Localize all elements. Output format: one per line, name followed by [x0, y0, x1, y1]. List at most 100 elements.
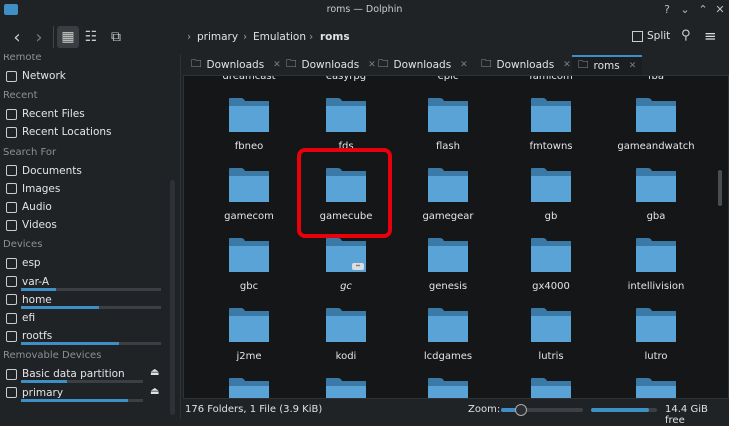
divider	[53, 26, 54, 48]
maximize-button[interactable]: ⌃	[696, 3, 710, 16]
folder-item[interactable]	[199, 378, 299, 398]
folder-item[interactable]: genesis	[398, 238, 498, 292]
zoom-label: Zoom:	[468, 404, 501, 415]
folder-item[interactable]: gb	[501, 168, 601, 222]
folder-item[interactable]	[606, 378, 706, 398]
folder-name: dreamcast	[222, 75, 276, 82]
folder-item[interactable]: famicom	[501, 76, 601, 82]
folder-icon: ⇔	[326, 238, 366, 272]
sidebar-item-recent-locations[interactable]: Recent Locations	[6, 124, 112, 140]
back-button[interactable]: ‹	[6, 26, 28, 48]
breadcrumb-roms[interactable]: roms	[320, 31, 350, 43]
sidebar-item-videos[interactable]: Videos	[6, 217, 57, 233]
tab-downloads[interactable]: 🗀 Downloads ✕	[475, 55, 577, 75]
folder-icon	[229, 308, 269, 342]
file-view[interactable]: dreamcast easyrpg epic famicom fba fbneo fds fl…	[183, 75, 729, 399]
folder-item[interactable]: intellivision	[606, 238, 706, 292]
recent-locations-icon	[6, 126, 17, 138]
split-button[interactable]: Split	[632, 30, 670, 42]
sidebar-item-label: Documents	[22, 164, 82, 177]
audio-icon	[6, 201, 17, 213]
folder-item[interactable]: lcdgames	[398, 308, 498, 362]
close-button[interactable]: ✕	[713, 3, 727, 16]
folder-item[interactable]: ⇔ gc	[296, 238, 396, 292]
folder-icon	[229, 168, 269, 202]
folder-item[interactable]	[501, 378, 601, 398]
folder-item[interactable]: lutris	[501, 308, 601, 362]
capacity-bar	[21, 287, 161, 291]
sidebar-item-images[interactable]: Images	[6, 181, 60, 197]
folder-name: gamegear	[422, 211, 474, 222]
folder-item[interactable]: gba	[606, 168, 706, 222]
tab-downloads[interactable]: 🗀 Downloads ✕	[280, 55, 382, 75]
folder-item[interactable]: gameandwatch	[606, 98, 706, 152]
folder-item[interactable]: fbneo	[199, 98, 299, 152]
folder-icon	[326, 378, 366, 398]
folder-item[interactable]: gamegear	[398, 168, 498, 222]
folder-icon: 🗀	[578, 59, 589, 71]
close-tab-icon[interactable]: ✕	[629, 61, 637, 71]
folder-icon	[636, 168, 676, 202]
folder-item[interactable]: epic	[398, 76, 498, 82]
folder-item[interactable]: fmtowns	[501, 98, 601, 152]
forward-button[interactable]: ›	[28, 26, 50, 48]
sidebar-item-documents[interactable]: Documents	[6, 163, 82, 179]
breadcrumb-primary[interactable]: primary	[197, 31, 238, 43]
capacity-bar	[21, 380, 143, 384]
hamburger-menu-icon[interactable]: ≡	[704, 27, 717, 45]
zoom-slider-handle[interactable]	[515, 404, 528, 416]
zoom-slider[interactable]	[501, 404, 583, 416]
folder-item[interactable]: fds	[296, 98, 396, 152]
help-button[interactable]: ?	[660, 3, 674, 16]
folder-name: fmtowns	[529, 141, 573, 152]
sidebar-item-esp[interactable]: esp	[6, 255, 41, 271]
breadcrumb-separator: ›	[309, 31, 314, 43]
folder-item[interactable]	[398, 378, 498, 398]
compact-view-button[interactable]: ☷	[80, 26, 102, 48]
sidebar-item-efi[interactable]: efi	[6, 310, 35, 326]
folder-name: lutris	[538, 351, 564, 362]
folder-item[interactable]: kodi	[296, 308, 396, 362]
minimize-button[interactable]: ⌄	[678, 3, 692, 16]
breadcrumb-emulation[interactable]: Emulation	[253, 31, 306, 43]
details-view-button[interactable]: ⧉	[105, 26, 127, 48]
folder-item[interactable]: fba	[606, 75, 706, 82]
folder-name: easyrpg	[325, 75, 367, 82]
folder-icon	[636, 308, 676, 342]
folder-item[interactable]: lutro	[606, 308, 706, 362]
close-tab-icon[interactable]: ✕	[460, 60, 468, 70]
close-tab-icon[interactable]: ✕	[563, 60, 571, 70]
icons-view-button[interactable]: ▦	[57, 26, 79, 48]
folder-item[interactable]: dreamcast	[199, 75, 299, 82]
folder-name: lcdgames	[423, 351, 473, 362]
eject-icon[interactable]: ⏏	[150, 367, 159, 378]
sidebar-item-label: Audio	[22, 201, 52, 213]
sidebar-item-network[interactable]: Network	[6, 68, 66, 84]
sidebar-scrollbar[interactable]	[170, 180, 175, 415]
folder-item[interactable]: gamecom	[199, 168, 299, 222]
sidebar-item-audio[interactable]: Audio	[6, 199, 52, 215]
eject-icon[interactable]: ⏏	[150, 386, 159, 397]
breadcrumb-root-chevron[interactable]: ›	[187, 31, 191, 43]
search-icon[interactable]: ⚲	[681, 28, 691, 43]
folder-item[interactable]: flash	[398, 98, 498, 152]
sidebar-item-recent-files[interactable]: Recent Files	[6, 106, 85, 122]
capacity-bar	[21, 398, 143, 402]
folder-item[interactable]: j2me	[199, 308, 299, 362]
folder-name: kodi	[335, 351, 357, 362]
tab-roms[interactable]: 🗀 roms ✕	[572, 55, 643, 75]
folder-icon	[326, 98, 366, 132]
folder-icon	[531, 238, 571, 272]
folder-name: fbneo	[234, 141, 264, 152]
folder-item[interactable]: easyrpg	[296, 75, 396, 82]
folder-name: fba	[648, 75, 664, 82]
tab-label: Downloads	[496, 59, 555, 71]
tab-downloads[interactable]: 🗀 Downloads ✕	[372, 55, 474, 75]
folder-name: lutro	[644, 351, 668, 362]
content-scrollbar[interactable]	[718, 170, 722, 206]
folder-item[interactable]: gx4000	[501, 238, 601, 292]
tab-downloads[interactable]: 🗀 Downloads ✕	[185, 55, 287, 75]
folder-item[interactable]: gbc	[199, 238, 299, 292]
folder-icon	[531, 168, 571, 202]
folder-item[interactable]	[296, 378, 396, 398]
